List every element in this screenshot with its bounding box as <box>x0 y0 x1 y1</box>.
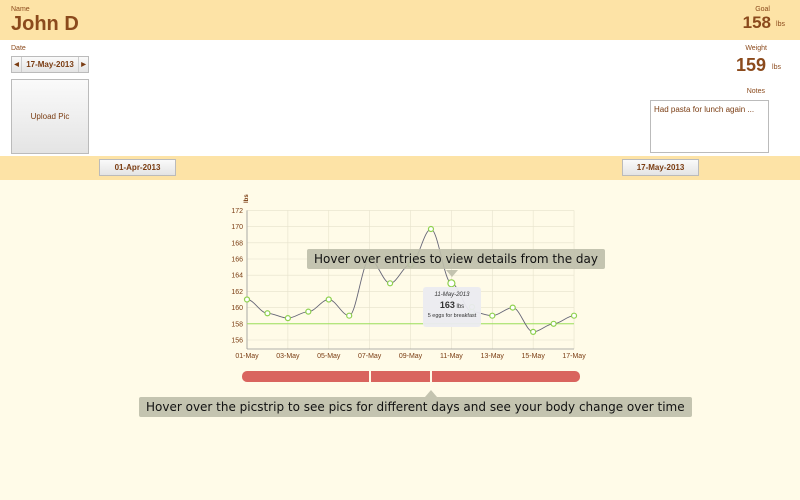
data-point[interactable] <box>243 296 251 303</box>
entry-detail-tooltip: 11-May-2013 163 lbs 5 eggs for breakfast <box>423 287 481 327</box>
data-point[interactable] <box>447 279 456 288</box>
data-point[interactable] <box>386 280 394 287</box>
data-point[interactable] <box>570 312 578 319</box>
chart-hint-tooltip: Hover over entries to view details from … <box>307 249 606 269</box>
y-tick-label: 170 <box>231 224 243 231</box>
y-tick-label: 156 <box>231 338 243 345</box>
y-tick-label: 166 <box>231 257 243 264</box>
detail-unit: lbs <box>456 304 465 310</box>
y-tick-label: 162 <box>231 289 243 296</box>
x-tick-label: 17-May <box>562 353 586 360</box>
data-point[interactable] <box>305 308 312 315</box>
x-tick-label: 11-May <box>440 353 463 360</box>
data-point[interactable] <box>509 304 516 311</box>
x-tick-label: 07-May <box>358 353 382 360</box>
y-tick-label: 158 <box>231 321 243 328</box>
picstrip-segment[interactable] <box>242 371 369 382</box>
y-tick-label: 172 <box>231 208 243 215</box>
picstrip-hint-arrow <box>425 390 437 397</box>
y-tick-label: 164 <box>231 273 243 280</box>
data-point[interactable] <box>550 320 557 327</box>
picstrip-segment[interactable] <box>371 371 430 382</box>
x-tick-label: 01-May <box>235 353 259 360</box>
data-point[interactable] <box>427 225 435 233</box>
chart-hint-arrow <box>446 270 458 277</box>
data-point[interactable] <box>325 296 332 303</box>
x-tick-label: 05-May <box>317 353 341 360</box>
data-point[interactable] <box>346 312 353 319</box>
y-tick-label: 160 <box>231 305 243 312</box>
data-point[interactable] <box>264 310 271 317</box>
x-tick-label: 13-May <box>481 353 505 360</box>
detail-weight: 163 <box>439 300 455 310</box>
picstrip[interactable] <box>242 371 580 382</box>
detail-date: 11-May-2013 <box>434 292 470 298</box>
data-point[interactable] <box>530 328 537 335</box>
picstrip-segment[interactable] <box>432 371 580 382</box>
x-tick-label: 09-May <box>399 353 423 360</box>
data-point[interactable] <box>284 315 291 322</box>
data-point[interactable] <box>489 312 496 319</box>
y-tick-label: 168 <box>231 240 243 247</box>
x-tick-label: 15-May <box>521 353 545 360</box>
y-axis-label: lbs <box>244 194 250 203</box>
picstrip-hint-tooltip: Hover over the picstrip to see pics for … <box>139 397 692 417</box>
x-tick-label: 03-May <box>276 353 300 360</box>
detail-note: 5 eggs for breakfast <box>427 313 477 319</box>
